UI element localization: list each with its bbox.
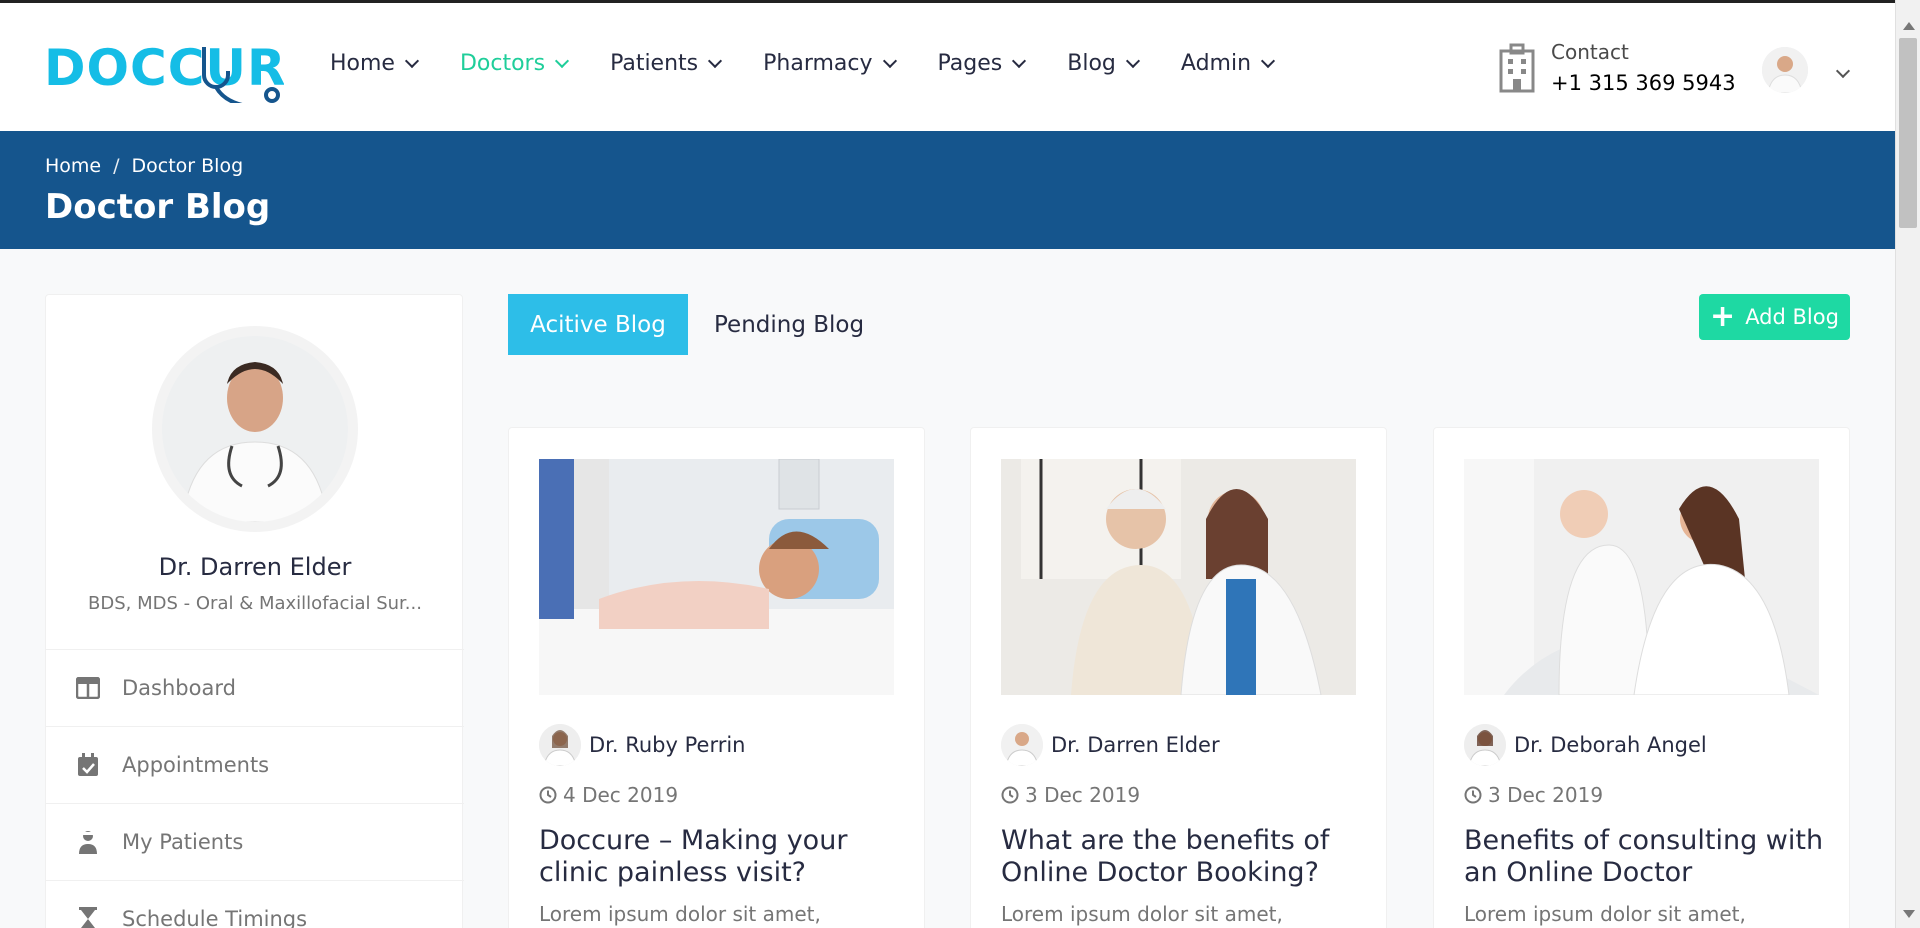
doctor-avatar-icon [1762,47,1808,93]
nav-label: Home [330,51,395,76]
chevron-down-icon [1260,53,1276,68]
blog-excerpt: Lorem ipsum dolor sit amet, [1464,902,1746,926]
breadcrumb-separator: / [113,155,120,177]
nav-blog[interactable]: Blog [1067,51,1140,76]
blog-excerpt: Lorem ipsum dolor sit amet, [1001,902,1283,926]
nav-admin[interactable]: Admin [1180,51,1276,76]
page-title: Doctor Blog [45,187,271,227]
author-avatar [1001,724,1043,766]
nav-pharmacy[interactable]: Pharmacy [763,51,897,76]
author-name: Dr. Deborah Angel [1514,733,1707,757]
blog-date: 3 Dec 2019 [1001,783,1140,807]
blog-title[interactable]: What are the benefits of Online Doctor B… [1001,825,1361,889]
user-injured-icon [76,830,100,854]
columns-icon [76,676,100,700]
doctor-profile-photo [152,326,358,532]
chevron-down-icon [708,53,723,68]
chevron-down-icon [1012,53,1027,68]
blog-card: Dr. Deborah Angel 3 Dec 2019 Benefits of… [1433,427,1850,928]
nav-label: Pharmacy [763,51,873,76]
hourglass-icon [76,907,100,928]
main-nav: Home Doctors Patients Pharmacy Pages Blo… [330,51,1316,76]
author-avatar [539,724,581,766]
date-text: 3 Dec 2019 [1488,783,1604,807]
author-name: Dr. Darren Elder [1051,733,1220,757]
calendar-check-icon [76,753,100,777]
doctor-name: Dr. Darren Elder [158,553,352,581]
chevron-down-icon [404,53,420,68]
blog-author[interactable]: Dr. Darren Elder [1001,724,1220,766]
hospital-icon [1499,43,1535,93]
blog-image[interactable] [1001,459,1356,695]
clock-icon [1001,786,1019,804]
blog-title[interactable]: Benefits of consulting with an Online Do… [1464,825,1824,889]
sidebar-item-dashboard[interactable]: Dashboard [46,650,464,727]
sidebar-item-schedule-timings[interactable]: Schedule Timings [46,881,464,928]
breadcrumb-bar: Home / Doctor Blog Doctor Blog [0,131,1895,249]
blog-date: 4 Dec 2019 [539,783,678,807]
sidebar-item-label: My Patients [122,830,244,854]
plus-icon: + [1710,299,1736,334]
breadcrumb: Home / Doctor Blog [45,155,243,177]
date-text: 4 Dec 2019 [563,783,679,807]
nav-label: Patients [610,51,699,76]
logo-icon: DOCCURE [44,39,284,103]
header-contact: Contact +1 315 369 5943 [1497,39,1736,101]
chevron-down-icon[interactable] [1826,61,1851,80]
sidebar-item-label: Schedule Timings [122,907,308,928]
add-blog-label: Add Blog [1745,305,1839,329]
nav-label: Pages [937,51,1003,76]
scroll-up-arrow-icon[interactable] [1903,22,1915,30]
contact-label: Contact [1551,40,1629,64]
doctor-photo-icon [162,336,348,522]
svg-text:DOCCURE: DOCCURE [44,39,284,97]
scroll-down-arrow-icon[interactable] [1903,910,1915,918]
author-name: Dr. Ruby Perrin [589,733,746,757]
blog-image[interactable] [1464,459,1819,695]
sidebar-item-label: Appointments [122,753,270,777]
doccure-logo[interactable]: DOCCURE [44,33,284,103]
profile-sidebar: Dr. Darren Elder BDS, MDS - Oral & Maxil… [45,294,464,928]
patient-in-bed-image [539,459,894,695]
breadcrumb-current: Doctor Blog [131,155,244,177]
blog-title[interactable]: Doccure – Making your clinic painless vi… [539,825,899,889]
site-header: DOCCURE Home Doctors Patients Pharmacy P… [0,0,1895,131]
scroll-thumb[interactable] [1899,38,1917,228]
nav-label: Blog [1067,51,1116,76]
clock-icon [539,786,557,804]
sidebar-menu: Dashboard Appointments My Patients Sched… [46,649,464,928]
nav-label: Admin [1180,51,1252,76]
author-avatar [1464,724,1506,766]
nav-patients[interactable]: Patients [610,51,723,76]
doctor-with-baby-image [1464,459,1819,695]
blog-date: 3 Dec 2019 [1464,783,1603,807]
breadcrumb-home[interactable]: Home [45,155,101,177]
sidebar-item-my-patients[interactable]: My Patients [46,804,464,881]
blog-image[interactable] [539,459,894,695]
chevron-down-icon [1125,53,1140,68]
blog-author[interactable]: Dr. Deborah Angel [1464,724,1707,766]
nav-home[interactable]: Home [330,51,420,76]
doctor-specialty: BDS, MDS - Oral & Maxillofacial Sur... [88,593,422,614]
nav-doctors[interactable]: Doctors [459,51,570,76]
date-text: 3 Dec 2019 [1025,783,1141,807]
blog-card: Dr. Ruby Perrin 4 Dec 2019 Doccure – Mak… [508,427,925,928]
user-avatar[interactable] [1762,47,1808,93]
page-scrollbar[interactable] [1895,0,1920,928]
blog-excerpt: Lorem ipsum dolor sit amet, [539,902,821,926]
contact-number[interactable]: +1 315 369 5943 [1551,65,1736,101]
tab-pending-blog[interactable]: Pending Blog [700,294,878,355]
nav-pages[interactable]: Pages [937,51,1027,76]
clock-icon [1464,786,1482,804]
sidebar-item-label: Dashboard [122,676,236,700]
add-blog-button[interactable]: + Add Blog [1699,294,1850,340]
tab-active-blog[interactable]: Acitive Blog [508,294,688,355]
sidebar-item-appointments[interactable]: Appointments [46,727,464,804]
chevron-down-icon [554,53,570,68]
nav-label: Doctors [459,51,546,76]
doctor-with-elderly-patient-image [1001,459,1356,695]
chevron-down-icon [882,53,897,68]
blog-author[interactable]: Dr. Ruby Perrin [539,724,746,766]
blog-card: Dr. Darren Elder 3 Dec 2019 What are the… [970,427,1387,928]
